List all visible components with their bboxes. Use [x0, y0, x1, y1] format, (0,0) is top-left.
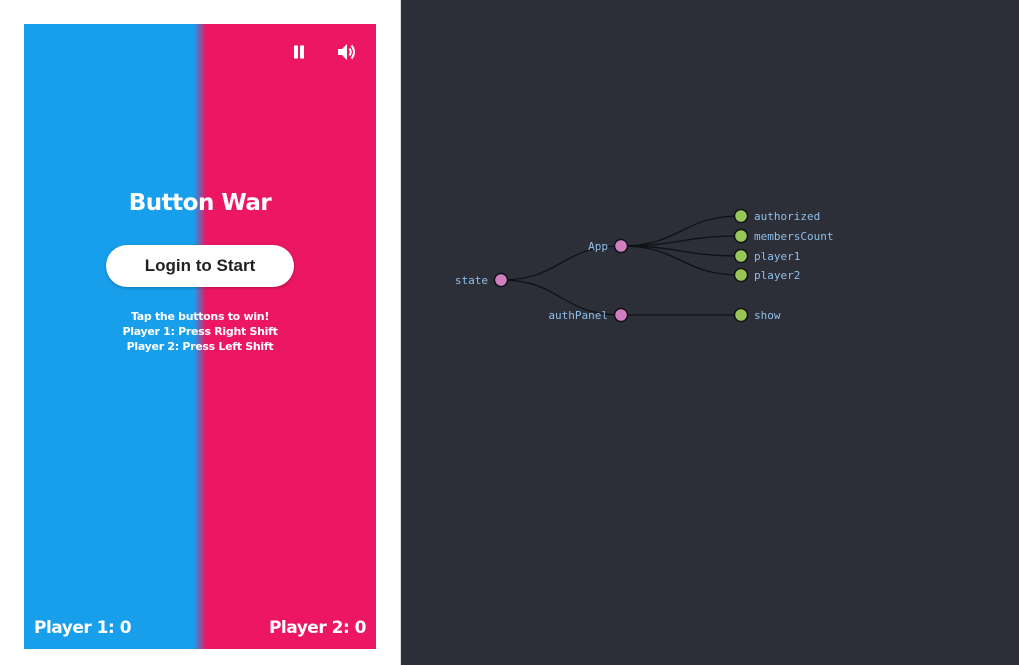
show-node-label: show [754, 309, 781, 322]
game-title: Button War [128, 190, 272, 216]
instruction-line: Tap the buttons to win! [130, 310, 270, 323]
player1-node [733, 248, 749, 264]
instruction-line: Player 2: Press Left Shift [126, 340, 274, 353]
player1-node-label: player1 [754, 250, 800, 263]
player2-score: Player 2: 0 [268, 618, 367, 638]
authorized-node-label: authorized [754, 210, 820, 223]
pause-button[interactable] [285, 40, 313, 68]
instructions: Tap the buttons to win! Player 1: Press … [24, 309, 376, 354]
show-node [733, 307, 749, 323]
instruction-line: Player 1: Press Right Shift [122, 325, 278, 338]
player2-node [733, 267, 749, 283]
player1-score: Player 1: 0 [34, 618, 132, 638]
authPanel-node-label: authPanel [548, 309, 608, 322]
authPanel-node [613, 307, 629, 323]
pause-icon [291, 44, 307, 64]
sound-button[interactable] [333, 40, 361, 68]
state-tree-panel: state App authorized membersCount player1 pla… [401, 0, 1019, 665]
game-canvas[interactable]: Button War Login to Start Tap the button… [24, 24, 376, 649]
state-node-label: state [455, 274, 488, 287]
game-pane: Button War Login to Start Tap the button… [0, 0, 400, 665]
membersCount-node [733, 228, 749, 244]
authorized-node [733, 208, 749, 224]
state-tree: state App authorized membersCount player1 pla… [455, 208, 833, 323]
App-node [613, 238, 629, 254]
state-node [493, 272, 509, 288]
login-button[interactable]: Login to Start [106, 245, 294, 287]
membersCount-node-label: membersCount [754, 230, 833, 243]
speaker-icon [336, 42, 358, 66]
App-node-label: App [588, 240, 608, 253]
player2-node-label: player2 [754, 269, 800, 282]
